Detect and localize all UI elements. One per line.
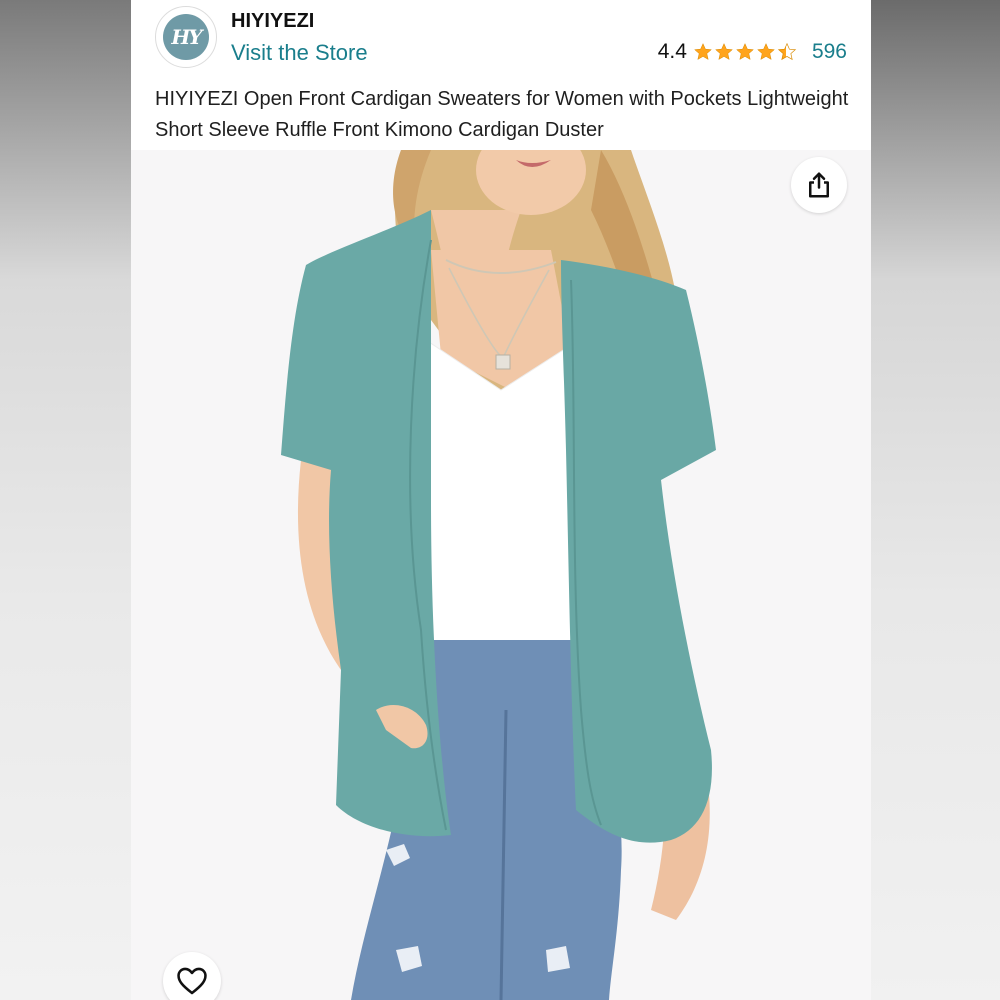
review-count-link[interactable]: 596 bbox=[812, 40, 847, 64]
star-icon bbox=[694, 43, 712, 60]
visit-store-link[interactable]: Visit the Store bbox=[231, 40, 368, 66]
product-header: HY HIYIYEZI Visit the Store 4.4 596 HIYI… bbox=[131, 0, 871, 150]
rating-value: 4.4 bbox=[657, 40, 687, 63]
star-icon bbox=[757, 43, 775, 60]
share-button[interactable] bbox=[791, 157, 847, 213]
cardigan-right bbox=[561, 260, 716, 843]
half-star-icon bbox=[777, 42, 797, 61]
heart-icon bbox=[177, 967, 207, 995]
brand-name: HIYIYEZI bbox=[231, 10, 315, 32]
product-image[interactable] bbox=[131, 150, 871, 1000]
rating-summary[interactable]: 4.4 596 bbox=[658, 40, 847, 64]
store-logo[interactable]: HY bbox=[155, 6, 217, 68]
product-card: HY HIYIYEZI Visit the Store 4.4 596 HIYI… bbox=[131, 0, 871, 1000]
left-backdrop bbox=[0, 0, 131, 1000]
pendant bbox=[495, 354, 511, 370]
star-icon bbox=[715, 43, 733, 60]
right-backdrop bbox=[871, 0, 1000, 1000]
store-logo-mark: HY bbox=[163, 14, 209, 60]
star-rating bbox=[693, 42, 798, 62]
product-photo bbox=[281, 150, 716, 1000]
star-icon bbox=[736, 43, 754, 60]
rip-3 bbox=[546, 946, 570, 972]
share-icon bbox=[809, 172, 829, 198]
product-title: HIYIYEZI Open Front Cardigan Sweaters fo… bbox=[155, 88, 849, 141]
